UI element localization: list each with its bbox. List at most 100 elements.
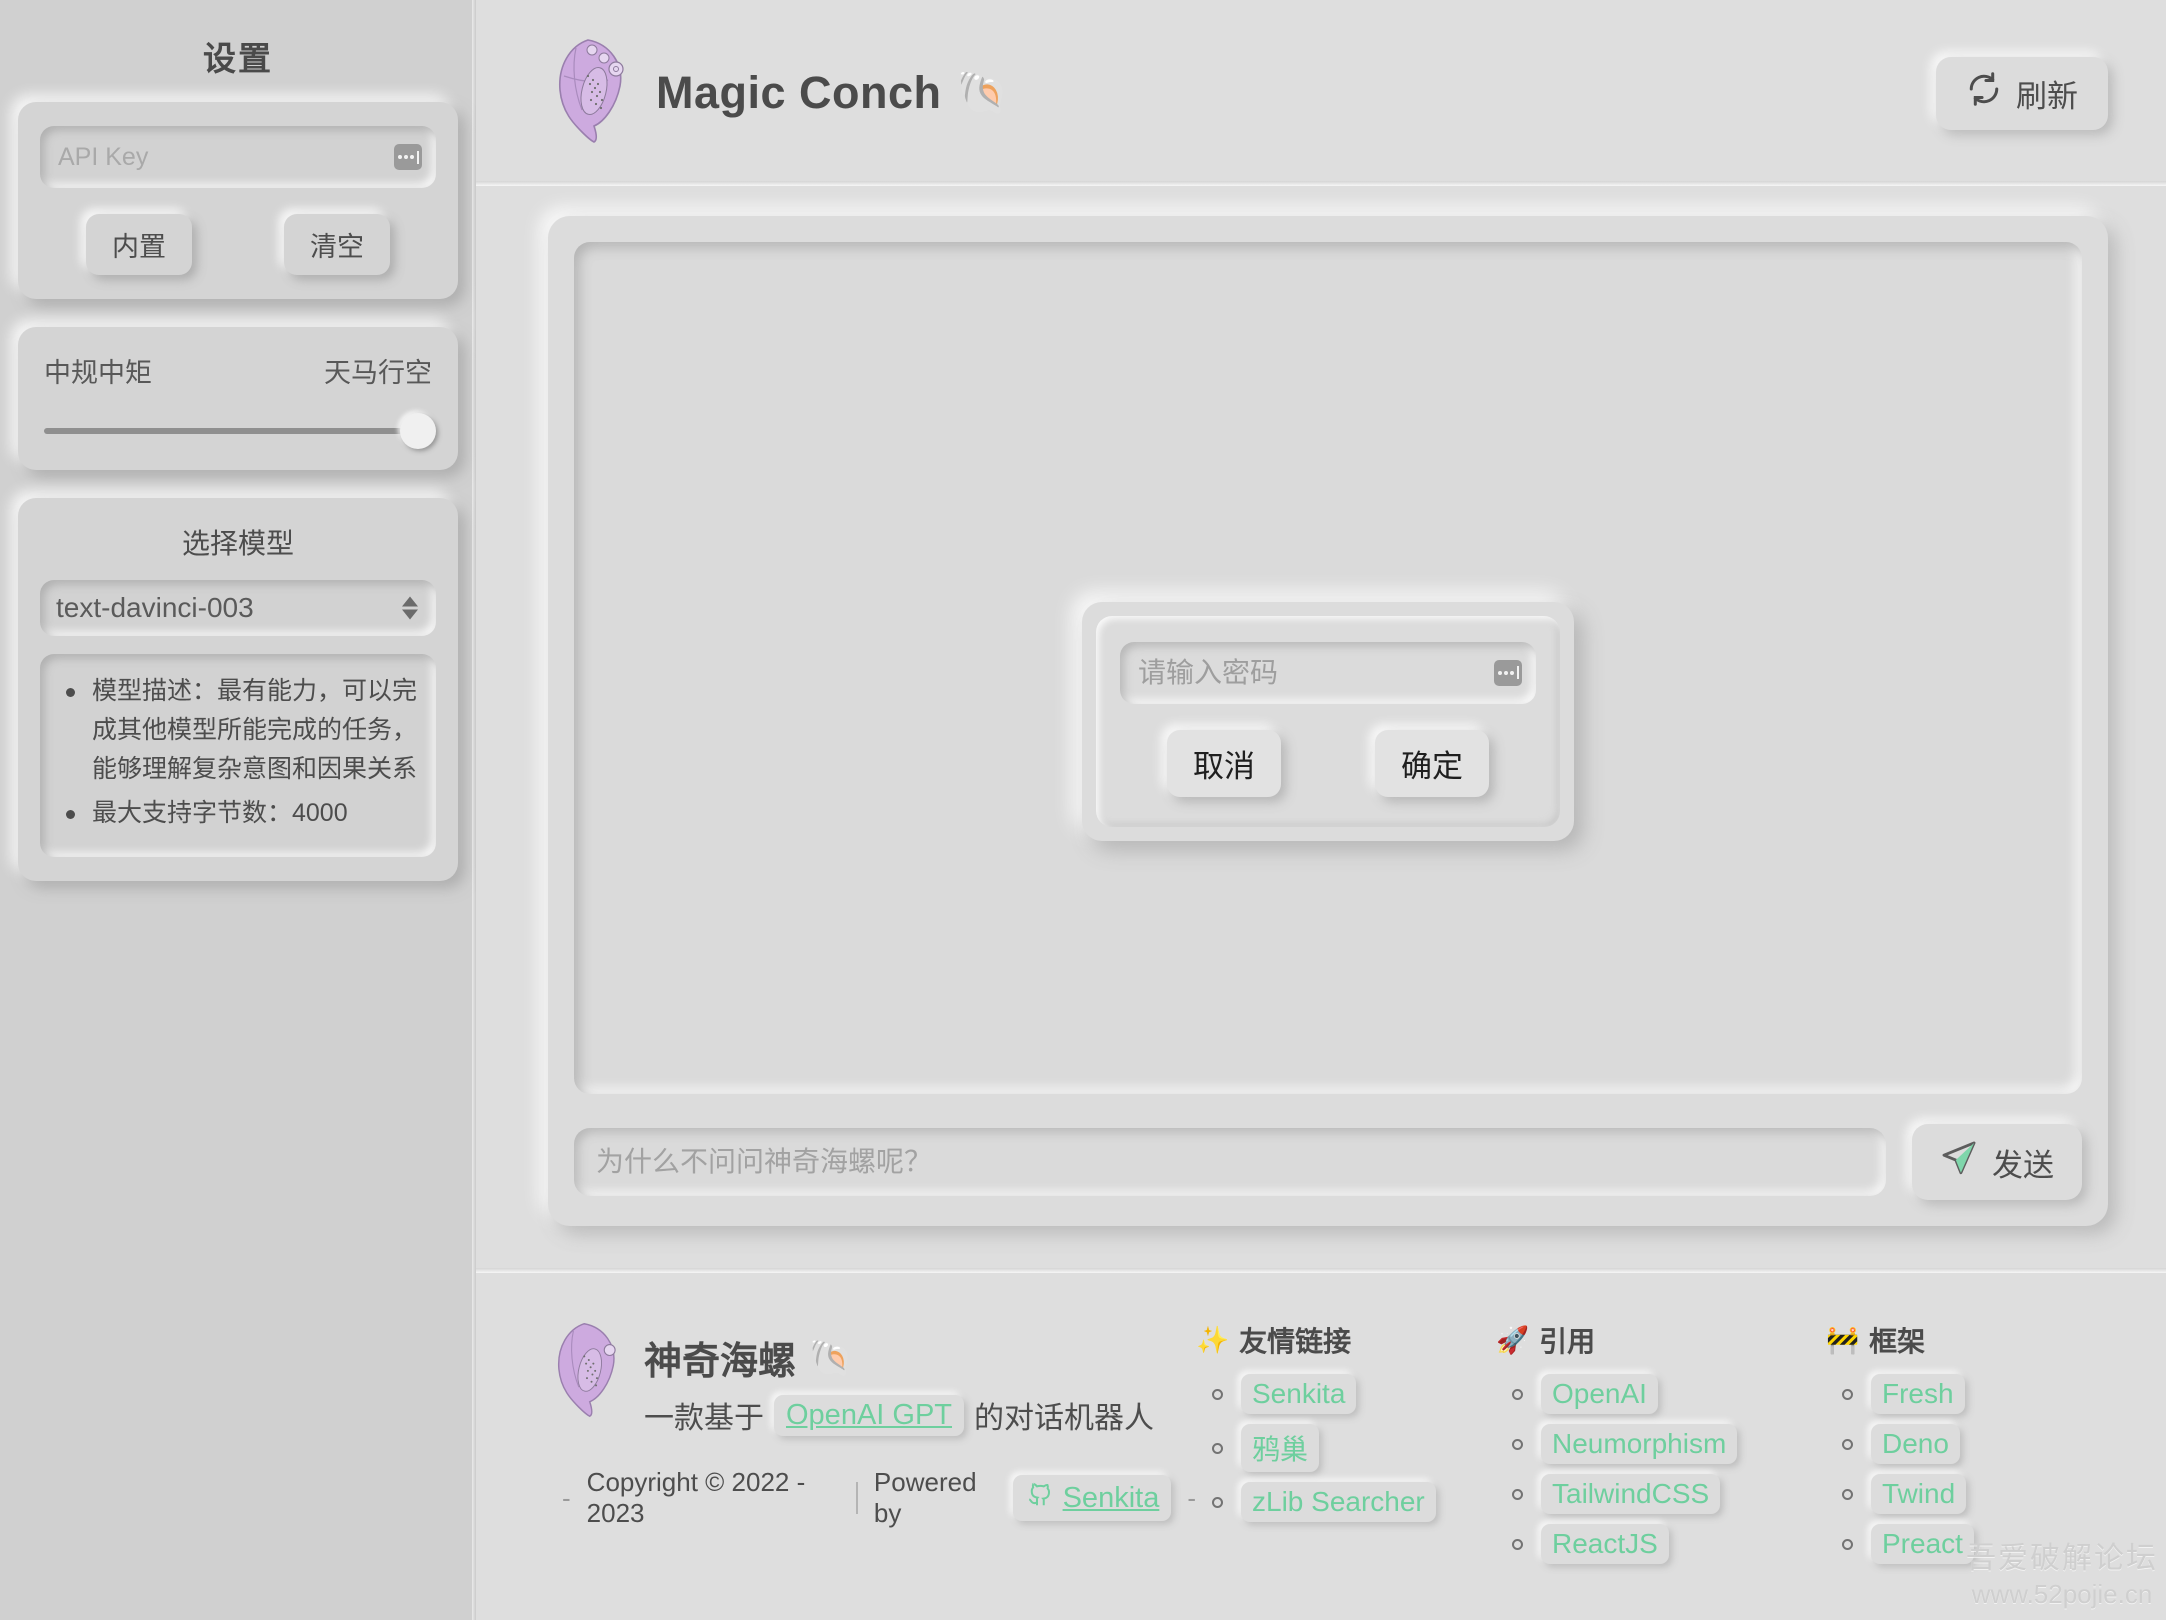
main-column: Magic Conch 🐚 刷新 为什么不问问神奇海螺呢？ 发送 请输入密码 取… bbox=[476, 0, 2166, 1620]
footer-link[interactable]: 鸦巢 bbox=[1241, 1424, 1320, 1472]
temperature-slider[interactable] bbox=[40, 413, 436, 449]
sidebar-title: 设置 bbox=[203, 40, 273, 77]
send-button[interactable]: 发送 bbox=[1912, 1124, 2082, 1200]
send-button-label: 发送 bbox=[1992, 1147, 2054, 1183]
app-root: 设置 内置 清空 中规中矩 天马行空 bbox=[0, 0, 2166, 1620]
slider-track[interactable] bbox=[44, 428, 432, 434]
footer-column-heading: 🚀 引用 bbox=[1496, 1320, 1826, 1360]
page-footer: 神奇海螺 🐚 一款基于 OpenAI GPT 的对话机器人 - Copyrigh… bbox=[476, 1268, 2166, 1620]
author-name: Senkita bbox=[1062, 1481, 1160, 1514]
api-key-input[interactable] bbox=[58, 142, 418, 172]
password-field-wrap[interactable] bbox=[1120, 641, 1536, 704]
footer-link[interactable]: OpenAI bbox=[1541, 1374, 1658, 1414]
brand-title-text: Magic Conch bbox=[656, 67, 942, 118]
footer-link[interactable]: zLib Searcher bbox=[1241, 1482, 1436, 1522]
bullet-icon bbox=[1212, 1442, 1223, 1454]
list-item: Fresh bbox=[1826, 1374, 2126, 1414]
footer-link[interactable]: ReactJS bbox=[1541, 1524, 1669, 1564]
list-item: Deno bbox=[1826, 1424, 2126, 1464]
model-description-box: 模型描述：最有能力，可以完成其他模型所能完成的任务，能够理解复杂意图和因果关系 … bbox=[40, 654, 436, 857]
copyright-text: Copyright © 2022 - 2023 bbox=[586, 1467, 806, 1528]
bullet-icon bbox=[1212, 1388, 1223, 1400]
rocket-icon: 🚀 bbox=[1496, 1324, 1530, 1355]
sparkles-icon: ✨ bbox=[1196, 1324, 1230, 1355]
temperature-labels: 中规中矩 天马行空 bbox=[40, 351, 436, 390]
select-stepper-icon[interactable] bbox=[402, 596, 418, 620]
password-input[interactable] bbox=[1138, 656, 1518, 689]
paper-plane-icon bbox=[1940, 1139, 1978, 1185]
list-item: Senkita bbox=[1196, 1374, 1496, 1414]
openai-gpt-link[interactable]: OpenAI GPT bbox=[774, 1394, 965, 1436]
footer-link[interactable]: Twind bbox=[1871, 1474, 1967, 1514]
password-dialog-inner: 取消 确定 bbox=[1096, 615, 1560, 827]
temperature-label-right: 天马行空 bbox=[324, 358, 432, 388]
footer-column-references: 🚀 引用 OpenAI Neumorphism TailwindCSS Reac… bbox=[1496, 1320, 1826, 1620]
watermark-line-1: 吾爱破解论坛 bbox=[1966, 1542, 2158, 1575]
builtin-key-button[interactable]: 内置 bbox=[86, 214, 192, 275]
footer-tagline: 一款基于 OpenAI GPT 的对话机器人 bbox=[644, 1393, 1154, 1437]
composer: 发送 bbox=[574, 1124, 2082, 1200]
refresh-icon bbox=[1966, 71, 2002, 115]
brand: Magic Conch 🐚 bbox=[548, 36, 1009, 151]
confirm-button[interactable]: 确定 bbox=[1375, 729, 1489, 797]
page-title: Magic Conch 🐚 bbox=[656, 67, 1009, 119]
author-link[interactable]: Senkita bbox=[1012, 1475, 1172, 1521]
footer-link[interactable]: Senkita bbox=[1241, 1374, 1357, 1414]
settings-sidebar: 设置 内置 清空 中规中矩 天马行空 bbox=[0, 0, 476, 1620]
conch-shell-logo bbox=[548, 36, 634, 151]
clear-key-button[interactable]: 清空 bbox=[284, 214, 390, 275]
watermark-line-2: www.52pojie.cn bbox=[1971, 1578, 2153, 1609]
conch-shell-logo bbox=[548, 1320, 626, 1425]
bullet-icon bbox=[1842, 1538, 1853, 1550]
footer-column-heading: 🚧 框架 bbox=[1826, 1320, 2126, 1360]
model-description-item: 模型描述：最有能力，可以完成其他模型所能完成的任务，能够理解复杂意图和因果关系 bbox=[56, 672, 426, 788]
list-item: Twind bbox=[1826, 1474, 2126, 1514]
refresh-button-label: 刷新 bbox=[2016, 78, 2078, 114]
bullet-icon bbox=[1512, 1488, 1523, 1500]
refresh-button[interactable]: 刷新 bbox=[1936, 56, 2108, 130]
footer-link[interactable]: TailwindCSS bbox=[1541, 1474, 1721, 1514]
footer-brand-name-text: 神奇海螺 bbox=[644, 1341, 797, 1383]
shell-emoji-icon: 🐚 bbox=[808, 1336, 853, 1378]
password-dots-icon[interactable] bbox=[394, 144, 422, 170]
dialog-buttons: 取消 确定 bbox=[1120, 729, 1536, 797]
list-item: ReactJS bbox=[1496, 1524, 1826, 1564]
bullet-icon bbox=[1512, 1438, 1523, 1450]
list-item: zLib Searcher bbox=[1196, 1482, 1496, 1522]
footer-link[interactable]: Preact bbox=[1871, 1524, 1974, 1564]
footer-column-friends: ✨ 友情链接 Senkita 鸦巢 zLib Searcher bbox=[1196, 1320, 1496, 1620]
dash-left: - bbox=[562, 1482, 571, 1513]
bullet-icon bbox=[1512, 1388, 1523, 1400]
footer-link[interactable]: Neumorphism bbox=[1541, 1424, 1738, 1464]
api-key-card: 内置 清空 bbox=[18, 102, 458, 299]
github-icon bbox=[1025, 1479, 1055, 1517]
api-key-field-wrap[interactable] bbox=[40, 126, 436, 188]
divider bbox=[856, 1482, 858, 1514]
list-item: TailwindCSS bbox=[1496, 1474, 1826, 1514]
app-header: Magic Conch 🐚 刷新 bbox=[476, 0, 2166, 186]
bullet-icon bbox=[1842, 1388, 1853, 1400]
footer-column-title: 友情链接 bbox=[1239, 1326, 1352, 1357]
footer-column-title: 框架 bbox=[1869, 1326, 1926, 1357]
bullet-icon bbox=[1212, 1496, 1223, 1508]
footer-brand-name: 神奇海螺 🐚 bbox=[644, 1330, 1154, 1385]
construction-icon: 🚧 bbox=[1826, 1324, 1860, 1355]
slider-thumb[interactable] bbox=[400, 413, 436, 449]
bullet-icon bbox=[1842, 1438, 1853, 1450]
password-dialog: 取消 确定 bbox=[1082, 601, 1574, 841]
message-input[interactable] bbox=[596, 1146, 1864, 1178]
model-card: 选择模型 text-davinci-003 模型描述：最有能力，可以完成其他模型… bbox=[18, 498, 458, 881]
dash-right: - bbox=[1187, 1482, 1196, 1513]
watermark: 吾爱破解论坛 www.52pojie.cn bbox=[1966, 1540, 2158, 1610]
api-key-buttons: 内置 清空 bbox=[40, 214, 436, 275]
model-select[interactable]: text-davinci-003 bbox=[40, 580, 436, 636]
footer-link[interactable]: Deno bbox=[1871, 1424, 1960, 1464]
cancel-button[interactable]: 取消 bbox=[1167, 729, 1281, 797]
bullet-icon bbox=[1512, 1538, 1523, 1550]
footer-link[interactable]: Fresh bbox=[1871, 1374, 1965, 1414]
message-input-wrap[interactable] bbox=[574, 1128, 1886, 1196]
list-item: 鸦巢 bbox=[1196, 1424, 1496, 1472]
footer-column-heading: ✨ 友情链接 bbox=[1196, 1320, 1496, 1360]
password-dots-icon[interactable] bbox=[1494, 659, 1522, 686]
model-description-item: 最大支持字节数：4000 bbox=[56, 794, 426, 833]
